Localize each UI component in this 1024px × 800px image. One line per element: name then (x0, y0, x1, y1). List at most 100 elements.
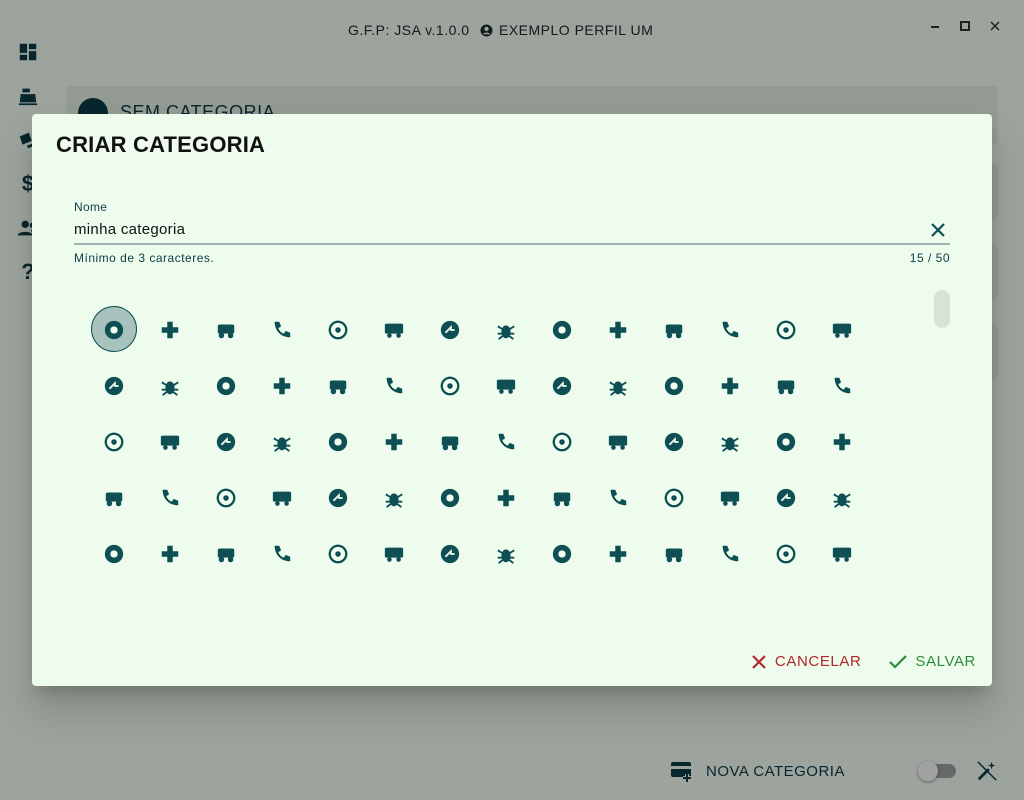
apple-icon (160, 435, 180, 450)
icon-option[interactable] (366, 470, 422, 526)
icon-option[interactable] (590, 302, 646, 358)
icon-option[interactable] (310, 470, 366, 526)
icon-option[interactable] (702, 302, 758, 358)
icon-option[interactable] (142, 358, 198, 414)
ambulance-icon (721, 377, 739, 395)
icon-option[interactable] (814, 526, 870, 582)
album-icon (386, 377, 403, 394)
icon-option[interactable] (366, 302, 422, 358)
icon-option[interactable] (310, 526, 366, 582)
icon-option[interactable] (142, 470, 198, 526)
icon-option[interactable] (478, 302, 534, 358)
bug-icon (497, 325, 515, 340)
icon-option[interactable] (86, 470, 142, 526)
boombox-icon (665, 548, 683, 563)
van-icon (384, 323, 404, 338)
bottle-tonic-icon (832, 547, 852, 562)
wordpress-icon (609, 321, 627, 339)
icon-option[interactable] (422, 526, 478, 582)
icon-option[interactable] (366, 414, 422, 470)
biohazard-icon (104, 544, 124, 564)
icon-option[interactable] (646, 302, 702, 358)
icon-option[interactable] (814, 358, 870, 414)
icon-option[interactable] (478, 414, 534, 470)
icon-option[interactable] (254, 526, 310, 582)
icon-option[interactable] (142, 526, 198, 582)
icon-option[interactable] (758, 302, 814, 358)
icon-option[interactable] (646, 414, 702, 470)
icon-option[interactable] (198, 358, 254, 414)
bandage-icon (498, 433, 515, 450)
icon-option[interactable] (534, 302, 590, 358)
icon-option[interactable] (478, 358, 534, 414)
icon-option[interactable] (366, 526, 422, 582)
icon-option[interactable] (646, 470, 702, 526)
icon-option[interactable] (758, 470, 814, 526)
icon-option[interactable] (422, 414, 478, 470)
dialog-actions: CANCELAR SALVAR (751, 653, 976, 670)
icon-option[interactable] (254, 358, 310, 414)
accessibility-icon (104, 376, 124, 396)
icon-option[interactable] (534, 470, 590, 526)
icon-option[interactable] (422, 358, 478, 414)
icon-option[interactable] (758, 526, 814, 582)
icon-option[interactable] (702, 470, 758, 526)
icon-option[interactable] (590, 526, 646, 582)
icon-option[interactable] (478, 526, 534, 582)
icon-option[interactable] (590, 470, 646, 526)
icon-option[interactable] (198, 414, 254, 470)
name-field-hint: Mínimo de 3 caracteres. (74, 251, 215, 265)
icon-option[interactable] (534, 358, 590, 414)
create-category-dialog: CRIAR CATEGORIA Nome Mínimo de 3 caracte… (32, 114, 992, 686)
icon-option[interactable] (702, 526, 758, 582)
icon-option[interactable] (758, 358, 814, 414)
icon-option[interactable] (142, 414, 198, 470)
icon-option[interactable] (646, 526, 702, 582)
clear-input-button[interactable] (926, 218, 950, 242)
icon-option[interactable] (478, 470, 534, 526)
icon-option[interactable] (590, 358, 646, 414)
icon-option[interactable] (534, 414, 590, 470)
alien-icon (496, 379, 516, 394)
icon-option[interactable] (86, 358, 142, 414)
bandage-cross-icon (776, 432, 796, 452)
icon-option[interactable] (254, 470, 310, 526)
icon-option[interactable] (366, 358, 422, 414)
cancel-label: CANCELAR (774, 653, 862, 670)
icon-option[interactable] (198, 470, 254, 526)
bank-icon (833, 433, 851, 451)
icon-grid-scrollbar[interactable] (934, 290, 950, 328)
icon-option[interactable] (310, 358, 366, 414)
icon-option[interactable] (702, 358, 758, 414)
icon-option[interactable] (422, 470, 478, 526)
icon-option[interactable] (702, 414, 758, 470)
icon-option[interactable] (254, 302, 310, 358)
icon-option[interactable] (814, 302, 870, 358)
icon-option[interactable] (86, 302, 142, 358)
icon-option[interactable] (86, 414, 142, 470)
icon-option[interactable] (142, 302, 198, 358)
name-input[interactable] (74, 218, 914, 240)
icon-option[interactable] (534, 526, 590, 582)
window-icon (216, 432, 236, 452)
icon-option[interactable] (758, 414, 814, 470)
tactic-icon (552, 320, 572, 340)
cancel-button[interactable]: CANCELAR (751, 653, 862, 670)
name-field-underline (74, 243, 950, 245)
icon-option[interactable] (814, 414, 870, 470)
icon-option[interactable] (814, 470, 870, 526)
icon-option[interactable] (198, 302, 254, 358)
crosshairs-icon (328, 320, 348, 340)
name-field-counter: 15 / 50 (909, 251, 950, 265)
icon-option[interactable] (422, 302, 478, 358)
icon-option[interactable] (646, 358, 702, 414)
icon-option[interactable] (86, 526, 142, 582)
save-button[interactable]: SALVAR (889, 653, 976, 670)
beach-icon (385, 493, 403, 508)
icon-option[interactable] (198, 526, 254, 582)
android-icon (834, 377, 851, 394)
icon-option[interactable] (310, 414, 366, 470)
icon-option[interactable] (590, 414, 646, 470)
icon-option[interactable] (254, 414, 310, 470)
icon-option[interactable] (310, 302, 366, 358)
